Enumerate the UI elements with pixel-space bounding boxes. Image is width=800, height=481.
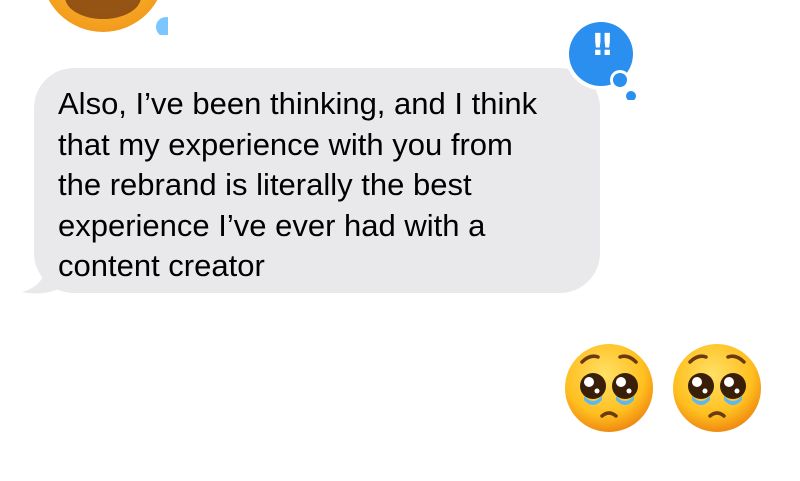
- received-message-bubble[interactable]: Also, I’ve been thinking, and I think th…: [34, 68, 600, 293]
- pleading-face-emoji-icon: [564, 340, 654, 438]
- emphasize-icon: ‼: [593, 28, 612, 63]
- pleading-face-emoji-icon: [672, 340, 762, 438]
- message-text: Also, I’ve been thinking, and I think th…: [58, 86, 538, 283]
- messages-thread: Also, I’ve been thinking, and I think th…: [0, 0, 800, 481]
- tapback-reaction[interactable]: ‼: [560, 14, 642, 100]
- previous-emoji-message[interactable]: [38, 0, 168, 35]
- emoji-icon: [48, 0, 168, 35]
- sent-emoji-message[interactable]: [564, 340, 762, 438]
